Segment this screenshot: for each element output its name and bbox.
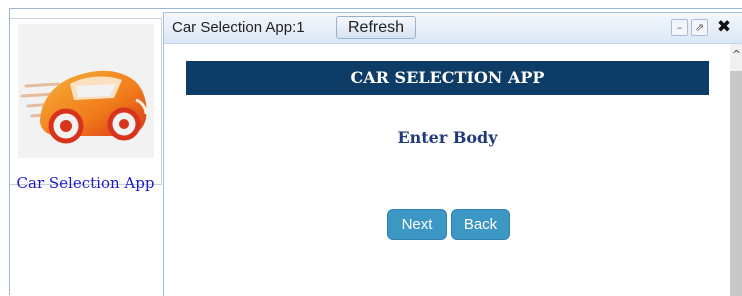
app-tile-label[interactable]: Car Selection App xyxy=(10,174,161,192)
refresh-button[interactable]: Refresh xyxy=(336,16,417,39)
scroll-thumb[interactable] xyxy=(730,71,742,296)
app-tile-car-selection[interactable]: Car Selection App xyxy=(10,18,162,192)
panel-title: Car Selection App:1 xyxy=(172,19,305,36)
panel-header: Car Selection App:1 Refresh – ⇗ ✖ xyxy=(164,13,742,44)
sports-car-logo-icon[interactable] xyxy=(18,24,154,158)
scroll-up-icon[interactable]: ^ xyxy=(730,49,742,60)
minimize-icon[interactable]: – xyxy=(671,19,688,36)
back-button[interactable]: Back xyxy=(451,209,510,240)
app-tile-top-border xyxy=(10,18,161,19)
vertical-scrollbar[interactable]: ^ xyxy=(730,44,742,296)
app-panel: Car Selection App:1 Refresh – ⇗ ✖ ^ CAR … xyxy=(163,12,742,296)
prompt-heading: Enter Body xyxy=(397,128,498,147)
next-button[interactable]: Next xyxy=(387,209,447,240)
close-icon[interactable]: ✖ xyxy=(715,19,733,36)
app-banner: CAR SELECTION APP xyxy=(186,61,709,95)
popout-icon[interactable]: ⇗ xyxy=(691,19,708,36)
workspace-top-border xyxy=(9,8,742,9)
